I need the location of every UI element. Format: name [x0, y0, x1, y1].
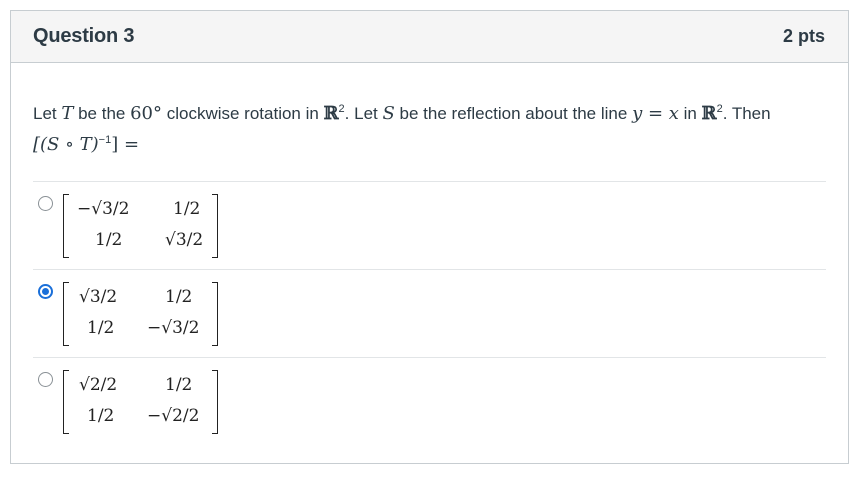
right-bracket: [212, 194, 218, 258]
right-bracket: [212, 282, 218, 346]
answer-option[interactable]: √3/2 1/2 1/2 −√3/2: [33, 270, 826, 358]
matrix: −√3/2 1/2 1/2 √3/2: [63, 190, 218, 260]
right-bracket: [212, 370, 218, 434]
matrix-cell: 1/2: [87, 318, 115, 338]
matrix-cell: −√3/2: [77, 199, 130, 219]
question-header: Question 3 2 pts: [11, 11, 848, 63]
matrix-cell: 1/2: [165, 375, 193, 395]
question-points: 2 pts: [782, 26, 825, 46]
matrix-cell: 1/2: [87, 406, 115, 426]
matrix-cell: √3/2: [79, 287, 118, 307]
matrix-cell: 1/2: [173, 199, 201, 219]
left-bracket: [63, 194, 69, 258]
radio-button[interactable]: [38, 196, 53, 211]
question-title: Question 3: [33, 25, 135, 47]
question-body: Let T be the 60° clockwise rotation in ℝ…: [11, 63, 848, 446]
matrix: √3/2 1/2 1/2 −√3/2: [63, 278, 218, 348]
matrix-cell: −√3/2: [147, 318, 200, 338]
matrix-cell: √3/2: [165, 230, 204, 250]
left-bracket: [63, 282, 69, 346]
radio-button-selected[interactable]: [38, 284, 53, 299]
matrix-cell: 1/2: [95, 230, 123, 250]
left-bracket: [63, 370, 69, 434]
radio-button[interactable]: [38, 372, 53, 387]
question-expression: [(S ∘ T): [33, 134, 99, 155]
question-text: Let T be the 60° clockwise rotation in ℝ…: [33, 103, 771, 155]
answer-list: −√3/2 1/2 1/2 √3/2 √3/2 1/2 1/2 −√3/2 √2…: [33, 181, 826, 446]
matrix-cell: 1/2: [165, 287, 193, 307]
matrix-cell: √2/2: [79, 375, 118, 395]
matrix: √2/2 1/2 1/2 −√2/2: [63, 366, 218, 436]
matrix-cell: −√2/2: [147, 406, 200, 426]
question-card: Question 3 2 pts Let T be the 60° clockw…: [10, 10, 849, 464]
answer-option[interactable]: √2/2 1/2 1/2 −√2/2: [33, 358, 826, 446]
answer-option[interactable]: −√3/2 1/2 1/2 √3/2: [33, 182, 826, 270]
